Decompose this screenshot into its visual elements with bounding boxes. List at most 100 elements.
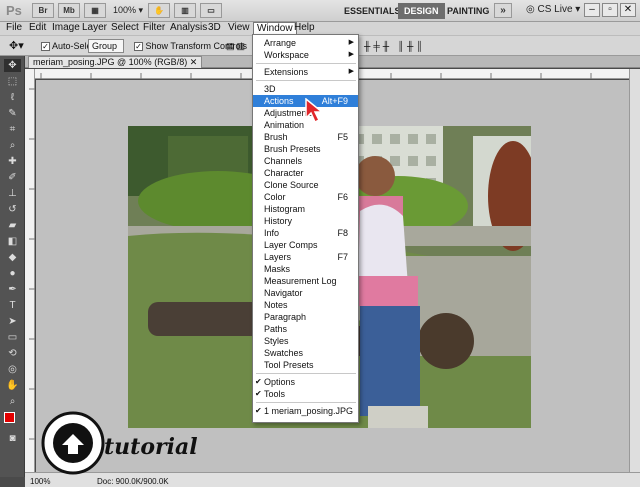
zoom-tool-icon[interactable]: ⌕ (4, 395, 21, 408)
distribute-icons[interactable]: ╫╪╫ ║╫║ (364, 41, 426, 51)
window-menu-item-channels[interactable]: Channels (253, 155, 358, 167)
move-tool-icon[interactable]: ✥ (4, 59, 21, 72)
menu-item-label: Layers (264, 252, 292, 262)
align-icons[interactable]: ▤▥ (226, 41, 247, 52)
restore-button[interactable]: ▫ (602, 3, 618, 17)
document-tab[interactable]: meriam_posing.JPG @ 100% (RGB/8) ✕ (28, 56, 203, 68)
eraser-tool-icon[interactable]: ▰ (4, 219, 21, 232)
menu-file[interactable]: File (3, 22, 25, 35)
window-menu-item-paragraph[interactable]: Paragraph (253, 311, 358, 323)
menu-filter[interactable]: Filter (140, 22, 168, 35)
close-button[interactable]: ✕ (620, 3, 636, 17)
minimize-button[interactable]: – (584, 3, 600, 17)
history-brush-tool-icon[interactable]: ↺ (4, 203, 21, 216)
move-tool-icon[interactable]: ✥▾ (9, 39, 24, 52)
window-menu-item-notes[interactable]: Notes (253, 299, 358, 311)
healing-brush-tool-icon[interactable]: ✚ (4, 155, 21, 168)
menu-item-label: Masks (264, 264, 291, 274)
window-menu-item-layers[interactable]: Layers F7 (253, 251, 358, 263)
more-workspaces-icon[interactable]: » (494, 3, 512, 18)
submenu-arrow-icon: ▶ (348, 39, 354, 46)
view-extras-button[interactable]: ▦ (84, 3, 106, 18)
mini-bridge-button[interactable]: Mb (58, 3, 80, 18)
menu-layer[interactable]: Layer (79, 22, 110, 35)
window-menu-item-history[interactable]: History (253, 215, 358, 227)
rectangle-tool-icon[interactable]: ▭ (4, 331, 21, 344)
window-menu-item-extensions[interactable]: Extensions ▶ (253, 66, 358, 78)
menu-3d[interactable]: 3D (205, 22, 224, 35)
menu-item-label: Tool Presets (264, 360, 314, 370)
clone-stamp-tool-icon[interactable]: ⊥ (4, 187, 21, 200)
menu-item-label: Layer Comps (264, 240, 318, 250)
auto-select-dropdown[interactable]: Group ▾ (88, 39, 124, 63)
show-transform-checkbox[interactable]: ✓ (134, 42, 143, 52)
window-menu-item-clone-source[interactable]: Clone Source (253, 179, 358, 191)
auto-select-checkbox[interactable]: ✓ (41, 42, 50, 52)
lasso-tool-icon[interactable]: ℓ (4, 91, 21, 104)
zoom-level-select[interactable]: 100% ▾ (113, 5, 143, 16)
crop-tool-icon[interactable]: ⌗ (4, 123, 21, 136)
hand-tool-icon[interactable]: ✋ (4, 379, 21, 392)
brush-tool-icon[interactable]: ✐ (4, 171, 21, 184)
window-menu-item-1-meriam-posing-jpg[interactable]: ✔ 1 meriam_posing.JPG (253, 405, 358, 417)
window-menu-item-character[interactable]: Character (253, 167, 358, 179)
window-menu-item-workspace[interactable]: Workspace ▶ (253, 49, 358, 61)
menu-item-label: History (264, 216, 293, 226)
workspace-painting[interactable]: PAINTING (441, 3, 495, 19)
3d-rotate-tool-icon[interactable]: ⟲ (4, 347, 21, 360)
menu-select[interactable]: Select (108, 22, 142, 35)
window-menu-item-measurement-log[interactable]: Measurement Log (253, 275, 358, 287)
menu-view[interactable]: View (225, 22, 253, 35)
blur-tool-icon[interactable]: ◆ (4, 251, 21, 264)
window-menu-item-3d[interactable]: 3D (253, 83, 358, 95)
window-menu-item-arrange[interactable]: Arrange ▶ (253, 37, 358, 49)
workspace-design[interactable]: DESIGN (398, 3, 445, 19)
window-menu-item-tool-presets[interactable]: Tool Presets (253, 359, 358, 371)
menu-item-label: Extensions (264, 67, 309, 77)
path-selection-tool-icon[interactable]: ➤ (4, 315, 21, 328)
vertical-scrollbar[interactable] (629, 69, 640, 472)
menu-separator (256, 63, 356, 64)
menu-item-label: Actions (264, 96, 294, 106)
window-menu-item-layer-comps[interactable]: Layer Comps (253, 239, 358, 251)
close-tab-icon[interactable]: ✕ (190, 57, 198, 67)
cs-live-button[interactable]: ◎ CS Live ▾ (526, 4, 580, 15)
pen-tool-icon[interactable]: ✒ (4, 283, 21, 296)
window-menu-item-options[interactable]: ✔ Options (253, 376, 358, 388)
screen-mode-button[interactable]: ▭ (200, 3, 222, 18)
quick-select-tool-icon[interactable]: ✎ (4, 107, 21, 120)
3d-orbit-tool-icon[interactable]: ◎ (4, 363, 21, 376)
menu-analysis[interactable]: Analysis (167, 22, 210, 35)
gradient-tool-icon[interactable]: ◧ (4, 235, 21, 248)
eyedropper-tool-icon[interactable]: ⌕ (4, 139, 21, 152)
window-menu-item-info[interactable]: Info F8 (253, 227, 358, 239)
window-menu-item-tools[interactable]: ✔ Tools (253, 388, 358, 400)
window-menu-item-styles[interactable]: Styles (253, 335, 358, 347)
dodge-tool-icon[interactable]: ● (4, 267, 21, 280)
window-menu-item-masks[interactable]: Masks (253, 263, 358, 275)
window-menu-item-brush-presets[interactable]: Brush Presets (253, 143, 358, 155)
hand-icon[interactable]: ✋ (148, 3, 170, 18)
workspace-essentials[interactable]: ESSENTIALS (338, 3, 407, 19)
arrange-documents-button[interactable]: ▥ (174, 3, 196, 18)
bridge-button[interactable]: Br (32, 3, 54, 18)
marquee-tool-icon[interactable]: ⬚ (4, 75, 21, 88)
menu-edit[interactable]: Edit (26, 22, 49, 35)
type-tool-icon[interactable]: T (4, 299, 21, 312)
menu-item-label: Arrange (264, 38, 297, 48)
menu-item-shortcut: Alt+F9 (321, 96, 348, 106)
window-menu-item-brush[interactable]: Brush F5 (253, 131, 358, 143)
tools-panel: ✥ ⬚ ℓ ✎ ⌗ ⌕ ✚ ✐ ⊥ ↺ ▰ ◧ ◆ ● ✒ T ➤ ▭ ⟲ ◎ … (0, 56, 25, 477)
window-menu-item-color[interactable]: Color F6 (253, 191, 358, 203)
menu-image[interactable]: Image (49, 22, 83, 35)
foreground-color-swatch[interactable] (4, 412, 15, 423)
menu-item-label: Character (264, 168, 304, 178)
window-menu-item-paths[interactable]: Paths (253, 323, 358, 335)
window-menu-item-swatches[interactable]: Swatches (253, 347, 358, 359)
window-menu-item-navigator[interactable]: Navigator (253, 287, 358, 299)
menu-item-shortcut: F6 (337, 192, 348, 202)
menu-item-shortcut: F7 (337, 252, 348, 262)
window-menu-item-histogram[interactable]: Histogram (253, 203, 358, 215)
quick-mask-icon[interactable]: ◙ (4, 432, 21, 445)
status-zoom-field[interactable]: 100% (30, 477, 50, 486)
